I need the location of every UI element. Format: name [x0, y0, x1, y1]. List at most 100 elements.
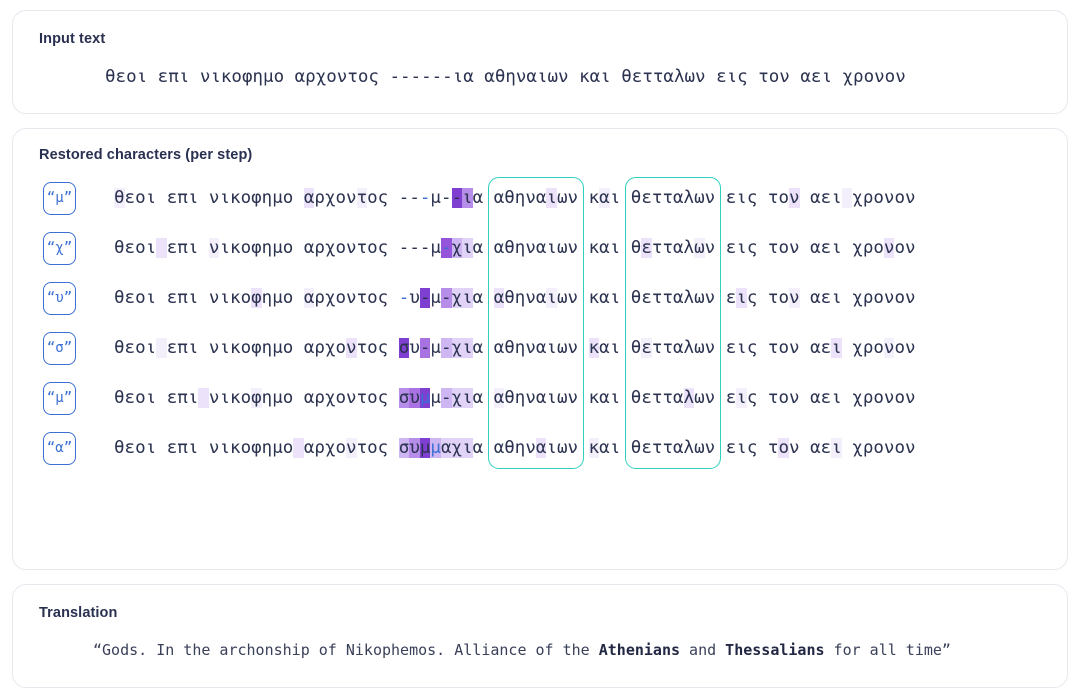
context-char: ς: [746, 438, 758, 458]
context-char: α: [810, 438, 821, 458]
restored-gap-char: ι: [462, 438, 473, 458]
context-char: ε: [820, 438, 832, 458]
context-char: ο: [894, 188, 906, 208]
predicted-character-badge[interactable]: “α”: [43, 431, 76, 465]
context-char: χ: [324, 338, 336, 358]
context-char: θ: [504, 288, 515, 308]
restored-gap-char: μ: [430, 238, 441, 258]
context-char: ο: [367, 388, 378, 408]
context-char: ρ: [862, 238, 874, 258]
context-char: ι: [546, 238, 557, 258]
context-char: ι: [187, 238, 199, 258]
context-char: ι: [219, 188, 231, 208]
predicted-character-badge[interactable]: “μ”: [43, 381, 76, 415]
context-char: ρ: [314, 238, 325, 258]
context-char: ν: [346, 338, 357, 358]
context-char: ν: [883, 288, 895, 308]
context-char: [620, 388, 631, 408]
restored-gap-char: σ: [398, 388, 410, 408]
context-char: χ: [324, 238, 336, 258]
context-char: [578, 288, 589, 308]
context-char: ι: [145, 438, 157, 458]
restored-gap-char: χ: [451, 388, 463, 408]
restored-gap-char: ι: [462, 338, 473, 358]
translation-title: Translation: [39, 605, 118, 621]
context-char: η: [514, 338, 526, 358]
context-char: α: [493, 238, 505, 258]
restored-characters-card: Restored characters (per step) “μ” θ ε ο ι ε…: [12, 128, 1068, 570]
context-char: α: [472, 338, 484, 358]
restored-gap-char: -: [440, 238, 452, 258]
context-char: κ: [230, 188, 241, 208]
context-char: ν: [883, 388, 895, 408]
context-char: τ: [662, 188, 673, 208]
context-char: ο: [894, 388, 906, 408]
context-char: ι: [546, 388, 557, 408]
context-char: ν: [525, 288, 536, 308]
context-char: ν: [346, 238, 357, 258]
context-char: θ: [630, 288, 642, 308]
page-root: Input text θεοι επι νικοφημο αρχοντος --…: [0, 0, 1080, 698]
context-char: [483, 288, 494, 308]
context-char: ο: [335, 388, 347, 408]
restoration-step-text: θεοι επι νικοφημο αρχοντος συμμ-χια αθην…: [114, 388, 916, 408]
restored-gap-char: ι: [462, 288, 473, 308]
context-char: θ: [630, 188, 642, 208]
context-char: τ: [662, 388, 673, 408]
restoration-step-text: θεοι επι νικοφημο αρχοντος ---μ--ια αθην…: [114, 188, 916, 208]
restored-gap-char: α: [440, 438, 452, 458]
context-char: ο: [335, 188, 347, 208]
context-char: [293, 188, 304, 208]
context-char: ω: [694, 438, 705, 458]
context-char: ι: [187, 188, 199, 208]
context-char: ο: [367, 438, 378, 458]
context-char: [842, 238, 853, 258]
context-char: [620, 288, 631, 308]
translation-value: “Gods. In the archonship of Nikophemos. …: [37, 629, 1043, 659]
context-char: τ: [767, 388, 779, 408]
context-char: ο: [778, 388, 789, 408]
restored-gap-char: [388, 388, 399, 408]
context-char: ε: [166, 188, 178, 208]
context-char: π: [177, 188, 188, 208]
context-char: ω: [694, 188, 705, 208]
context-char: [483, 438, 494, 458]
restored-gap-char: [388, 188, 399, 208]
predicted-character-badge[interactable]: “σ”: [43, 331, 76, 365]
context-char: ο: [894, 288, 906, 308]
context-char: τ: [767, 438, 779, 458]
context-char: [620, 338, 631, 358]
context-char: ν: [789, 238, 800, 258]
context-char: ς: [746, 188, 758, 208]
context-char: θ: [504, 238, 515, 258]
context-char: ε: [124, 238, 136, 258]
context-char: ο: [335, 288, 347, 308]
restored-gap-char: -: [419, 338, 431, 358]
context-char: ς: [746, 388, 758, 408]
context-char: ω: [556, 238, 568, 258]
context-char: ο: [282, 238, 294, 258]
context-char: [198, 188, 209, 208]
context-char: ο: [240, 388, 252, 408]
context-char: φ: [251, 338, 262, 358]
context-char: τ: [662, 338, 673, 358]
context-char: α: [810, 288, 821, 308]
predicted-character-badge[interactable]: “υ”: [43, 281, 76, 315]
context-char: ι: [546, 438, 557, 458]
context-char: [715, 338, 726, 358]
context-char: α: [810, 188, 821, 208]
context-char: π: [177, 288, 188, 308]
context-char: ο: [135, 188, 146, 208]
context-char: ο: [778, 338, 789, 358]
context-char: α: [672, 438, 684, 458]
context-char: α: [810, 238, 821, 258]
predicted-character-badge[interactable]: “μ”: [43, 181, 76, 215]
context-char: θ: [114, 388, 125, 408]
predicted-character-badge[interactable]: “χ”: [43, 231, 76, 265]
context-char: ς: [377, 388, 389, 408]
context-char: ε: [820, 338, 832, 358]
restored-gap-char: χ: [451, 338, 463, 358]
context-char: τ: [767, 288, 779, 308]
context-char: τ: [662, 438, 673, 458]
context-char: [757, 288, 768, 308]
